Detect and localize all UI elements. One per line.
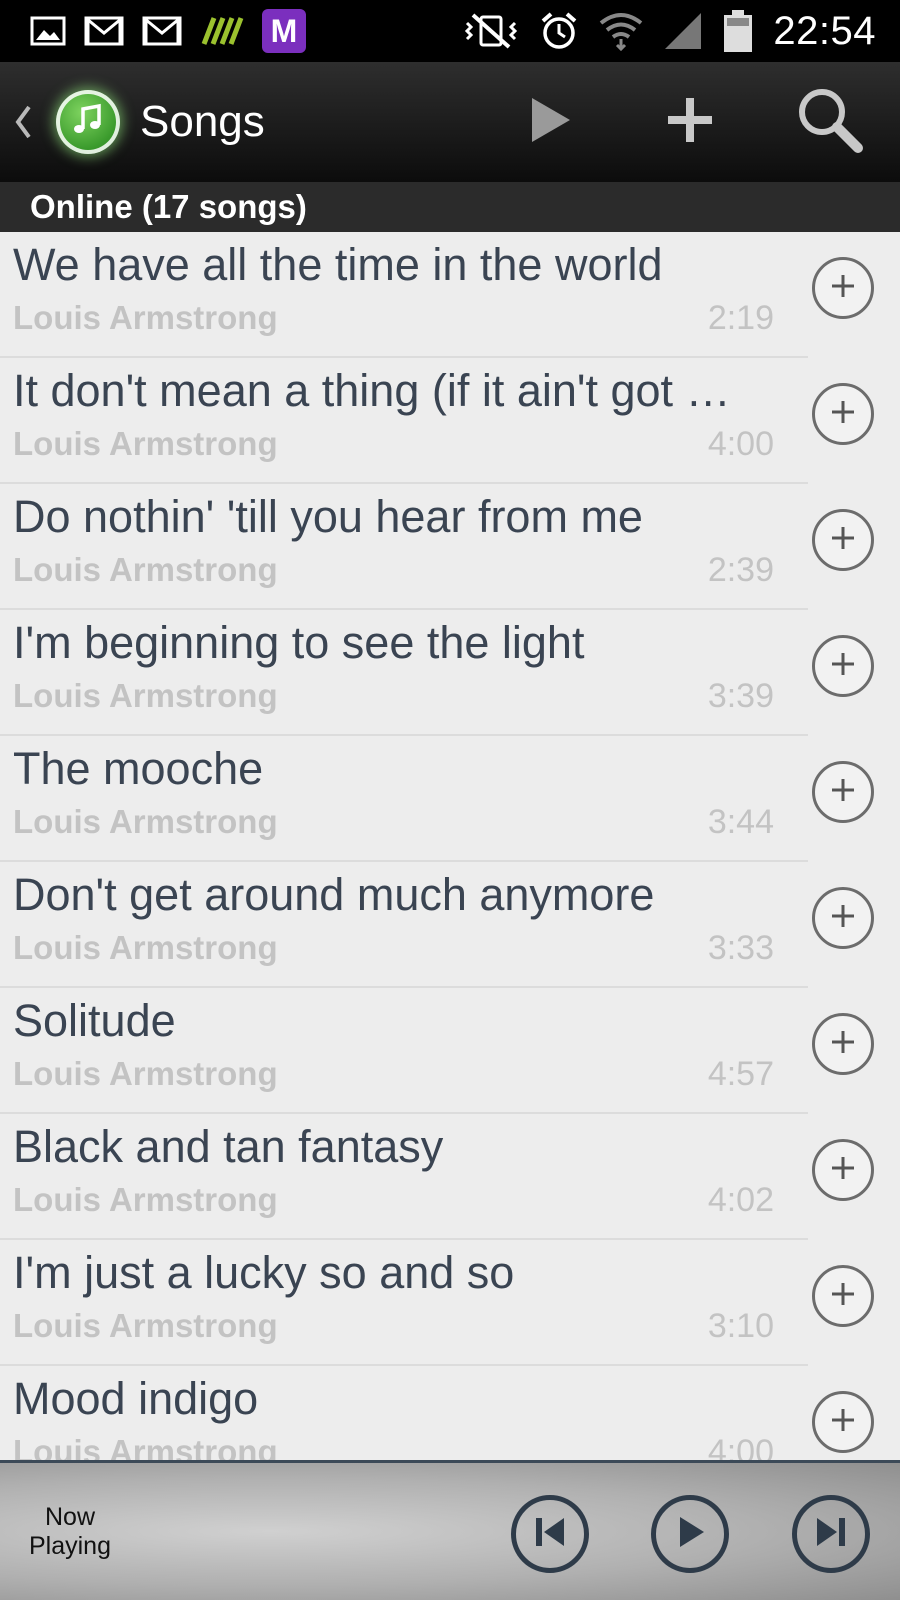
song-duration: 4:00 (707, 1433, 774, 1460)
song-duration: 4:57 (707, 1055, 774, 1093)
add-to-playlist-button[interactable] (812, 1139, 874, 1201)
add-to-playlist-button[interactable] (812, 635, 874, 697)
add-button[interactable] (620, 62, 760, 182)
next-button[interactable] (792, 1495, 870, 1573)
song-row[interactable]: Do nothin' 'till you hear from me Louis … (0, 484, 900, 610)
m-app-letter: M (270, 12, 298, 49)
action-bar: Songs (0, 62, 900, 182)
song-row[interactable]: Don't get around much anymore Louis Arms… (0, 862, 900, 988)
add-to-playlist-button[interactable] (812, 761, 874, 823)
play-icon (670, 1512, 710, 1557)
song-duration: 3:44 (707, 803, 774, 841)
song-title: It don't mean a thing (if it ain't got t… (13, 365, 743, 416)
song-title: The mooche (13, 743, 264, 794)
song-artist: Louis Armstrong (13, 425, 278, 462)
song-artist: Louis Armstrong (13, 1181, 278, 1218)
stripes-app-icon (200, 16, 244, 46)
page-title: Songs (140, 97, 265, 146)
song-row[interactable]: I'm just a lucky so and so Louis Armstro… (0, 1240, 900, 1366)
plus-icon (829, 1154, 857, 1187)
song-artist: Louis Armstrong (13, 677, 278, 714)
add-to-playlist-button[interactable] (812, 1013, 874, 1075)
alarm-icon (539, 11, 579, 51)
song-duration: 2:39 (707, 551, 774, 589)
song-title: I'm just a lucky so and so (13, 1247, 515, 1298)
music-note-icon (71, 103, 105, 142)
plus-icon (829, 902, 857, 935)
skip-next-icon (811, 1512, 851, 1557)
vibrate-mute-icon (463, 11, 519, 51)
previous-button[interactable] (511, 1495, 589, 1573)
m-app-icon: M (262, 9, 306, 53)
plus-icon (829, 1280, 857, 1313)
song-title: I'm beginning to see the light (13, 617, 585, 668)
song-title: We have all the time in the world (13, 239, 663, 290)
song-duration: 2:19 (707, 299, 774, 337)
notification-icons: M (30, 9, 306, 53)
song-duration: 4:02 (707, 1181, 774, 1219)
song-artist: Louis Armstrong (13, 1055, 278, 1092)
plus-icon (829, 776, 857, 809)
song-artist: Louis Armstrong (13, 803, 278, 840)
gmail-icon (142, 16, 182, 46)
song-duration: 4:00 (707, 425, 774, 463)
status-bar: M 22:54 (0, 0, 900, 62)
status-time: 22:54 (773, 8, 876, 53)
play-all-button[interactable] (480, 62, 620, 182)
system-icons: 22:54 (463, 9, 876, 54)
song-duration: 3:33 (707, 929, 774, 967)
add-to-playlist-button[interactable] (812, 257, 874, 319)
plus-icon (829, 272, 857, 305)
song-row[interactable]: Solitude Louis Armstrong 4:57 (0, 988, 900, 1114)
now-playing-label[interactable]: Now Playing (20, 1503, 120, 1561)
add-to-playlist-button[interactable] (812, 509, 874, 571)
now-playing-bar[interactable]: Now Playing (0, 1460, 900, 1600)
plus-icon (829, 1028, 857, 1061)
song-title: Do nothin' 'till you hear from me (13, 491, 643, 542)
song-artist: Louis Armstrong (13, 929, 278, 966)
song-artist: Louis Armstrong (13, 299, 278, 336)
song-artist: Louis Armstrong (13, 1307, 278, 1344)
song-duration: 3:39 (707, 677, 774, 715)
play-button[interactable] (651, 1495, 729, 1573)
plus-icon (829, 650, 857, 683)
song-duration: 3:10 (707, 1307, 774, 1345)
action-bar-actions (480, 62, 900, 182)
song-row[interactable]: The mooche Louis Armstrong 3:44 (0, 736, 900, 862)
song-row[interactable]: Black and tan fantasy Louis Armstrong 4:… (0, 1114, 900, 1240)
song-title: Solitude (13, 995, 176, 1046)
gmail-icon (84, 16, 124, 46)
wifi-icon (599, 11, 643, 51)
song-row[interactable]: I'm beginning to see the light Louis Arm… (0, 610, 900, 736)
add-to-playlist-button[interactable] (812, 1391, 874, 1453)
song-list[interactable]: We have all the time in the world Louis … (0, 232, 900, 1460)
play-icon (528, 96, 572, 149)
plus-icon (829, 524, 857, 557)
song-title: Mood indigo (13, 1373, 259, 1424)
add-icon (665, 95, 715, 150)
section-header: Online (17 songs) (0, 182, 900, 232)
song-row[interactable]: It don't mean a thing (if it ain't got t… (0, 358, 900, 484)
search-button[interactable] (760, 62, 900, 182)
image-icon (30, 15, 66, 47)
song-title: Don't get around much anymore (13, 869, 655, 920)
signal-icon (663, 11, 703, 51)
song-artist: Louis Armstrong (13, 551, 278, 588)
plus-icon (829, 398, 857, 431)
skip-previous-icon (530, 1512, 570, 1557)
song-row[interactable]: Mood indigo Louis Armstrong 4:00 (0, 1366, 900, 1460)
search-icon (796, 86, 864, 159)
music-app-logo[interactable] (56, 90, 120, 154)
song-row[interactable]: We have all the time in the world Louis … (0, 232, 900, 358)
back-chevron-icon[interactable] (8, 105, 38, 139)
plus-icon (829, 1406, 857, 1439)
add-to-playlist-button[interactable] (812, 383, 874, 445)
add-to-playlist-button[interactable] (812, 1265, 874, 1327)
battery-icon (723, 9, 753, 53)
song-title: Black and tan fantasy (13, 1121, 444, 1172)
song-artist: Louis Armstrong (13, 1433, 278, 1460)
add-to-playlist-button[interactable] (812, 887, 874, 949)
